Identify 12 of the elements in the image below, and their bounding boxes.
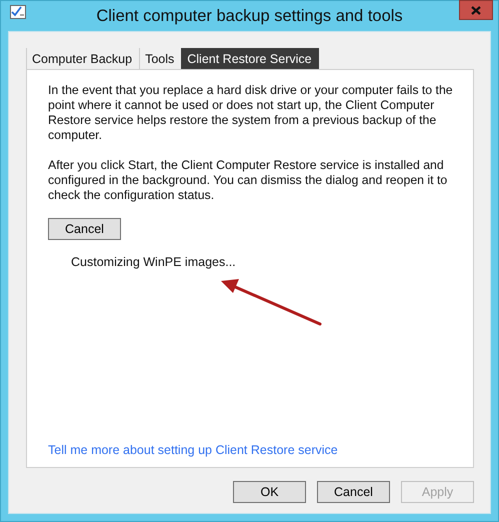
help-link[interactable]: Tell me more about setting up Client Restore service <box>48 443 338 457</box>
description-text: In the event that you replace a hard disk drive or your computer fails to the point where it cannot be used or does not start up, the Client Computer Restore service helps restore the system from a previous backup of the computer. <box>48 83 453 143</box>
status-text: Customizing WinPE images... <box>71 255 237 269</box>
close-button[interactable] <box>459 0 493 20</box>
cancel-button[interactable]: Cancel <box>48 218 121 240</box>
window-title: Client computer backup settings and tools <box>96 6 403 26</box>
description-text: After you click Start, the Client Computer Restore service is installed and configured in the background. You can dismiss the dialog and reopen it to check the configuration status. <box>48 158 448 203</box>
cancel-button[interactable]: Cancel <box>317 481 390 503</box>
tab[interactable]: Client Restore Service <box>181 48 319 69</box>
app-icon <box>10 5 26 19</box>
close-icon <box>471 6 481 14</box>
ok-button[interactable]: OK <box>233 481 306 503</box>
